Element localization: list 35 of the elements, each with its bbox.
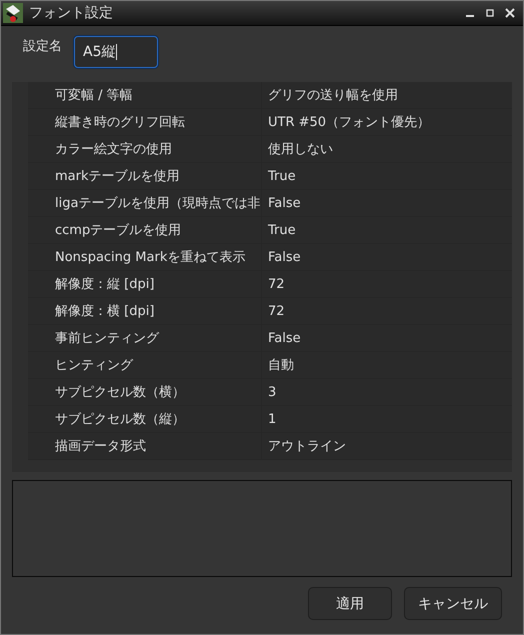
- property-name: ヒンティング: [28, 352, 262, 378]
- property-value[interactable]: グリフの送り幅を使用: [262, 82, 512, 108]
- property-name: 描画データ形式: [28, 433, 262, 459]
- property-name: 解像度：縦 [dpi]: [28, 271, 262, 297]
- property-value[interactable]: 72: [262, 298, 512, 324]
- property-value[interactable]: False: [262, 244, 512, 270]
- property-name: ccmpテーブルを使用: [28, 217, 262, 243]
- dialog-button[interactable]: キャンセル: [404, 587, 502, 620]
- property-value[interactable]: アウトライン: [262, 433, 512, 459]
- property-name: Nonspacing Markを重ねて表示: [28, 244, 262, 270]
- close-icon[interactable]: [503, 6, 517, 20]
- name-field[interactable]: A5縦: [74, 36, 158, 68]
- property-name: ligaテーブルを使用（現時点では非: [28, 190, 262, 216]
- property-name: markテーブルを使用: [28, 163, 262, 189]
- property-name: サブピクセル数（横）: [28, 379, 262, 405]
- property-value[interactable]: True: [262, 163, 512, 189]
- property-value[interactable]: 3: [262, 379, 512, 405]
- window-title: フォント設定: [29, 4, 114, 22]
- property-name: 解像度：横 [dpi]: [28, 298, 262, 324]
- property-name: サブピクセル数（縦）: [28, 406, 262, 432]
- property-value[interactable]: True: [262, 217, 512, 243]
- property-value[interactable]: False: [262, 190, 512, 216]
- property-value[interactable]: 1: [262, 406, 512, 432]
- property-name: 事前ヒンティング: [28, 325, 262, 351]
- property-name: カラー絵文字の使用: [28, 136, 262, 162]
- dialog-button[interactable]: 適用: [308, 587, 392, 620]
- property-value[interactable]: False: [262, 325, 512, 351]
- property-value[interactable]: 自動: [262, 352, 512, 378]
- property-value[interactable]: 72: [262, 271, 512, 297]
- app-icon: [3, 3, 23, 23]
- name-label: 設定名: [23, 38, 62, 55]
- property-value[interactable]: UTR #50（フォント優先）: [262, 109, 512, 135]
- property-name: 可変幅 / 等幅: [28, 82, 262, 108]
- property-value[interactable]: 使用しない: [262, 136, 512, 162]
- property-name: 縦書き時のグリフ回転: [28, 109, 262, 135]
